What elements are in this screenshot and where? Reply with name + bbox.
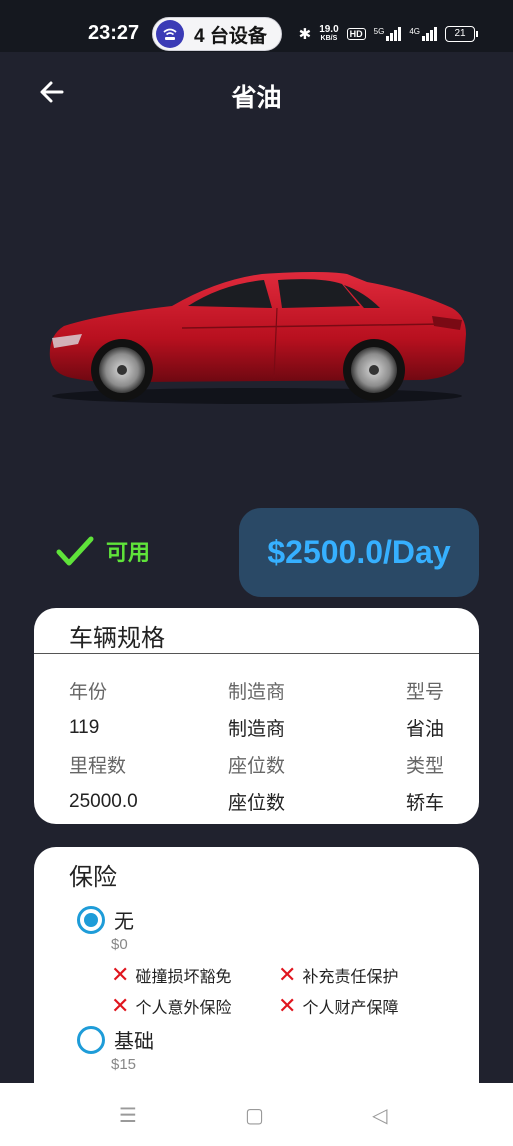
- signal-icon-4g: 4G: [409, 27, 437, 41]
- insurance-card: 保险 无 $0 ✕ 碰撞损坏豁免 ✕ 补充责任保护 ✕ 个人意外保险 ✕ 个人财…: [34, 847, 479, 1107]
- spec-value-model: 省油: [405, 719, 444, 740]
- price-button[interactable]: $2500.0/Day: [239, 508, 479, 597]
- device-pill[interactable]: 4 台设备: [152, 17, 282, 51]
- cross-icon: ✕: [111, 962, 130, 987]
- status-icons: ✱ 19.0 KB/S HD 5G 4G 21: [298, 25, 478, 43]
- bluetooth-icon: ✱: [298, 26, 312, 43]
- coverage-item: ✕ 个人意外保险: [111, 994, 231, 1018]
- coverage-label: 个人财产保障: [302, 1000, 399, 1017]
- coverage-item: ✕ 补充责任保护: [278, 963, 398, 987]
- radio-button[interactable]: [77, 1025, 105, 1054]
- spec-label-maker: 制造商: [227, 682, 285, 703]
- insurance-option-label: 无: [114, 911, 134, 933]
- spec-label-seats: 座位数: [227, 756, 285, 777]
- specs-value-row: 119 制造商 省油: [69, 709, 444, 746]
- coverage-label: 碰撞损坏豁免: [135, 969, 232, 986]
- specs-grid: 年份 制造商 型号 119 制造商 省油 里程数 座位数 类型 25000.0 …: [69, 672, 444, 820]
- availability-label: 可用: [106, 540, 151, 565]
- spec-value-maker: 制造商: [227, 719, 285, 740]
- coverage-item: ✕ 个人财产保障: [278, 994, 398, 1018]
- network-speed: 19.0 KB/S: [319, 25, 338, 43]
- status-bar: 23:27 4 台设备 ✱ 19.0 KB/S HD 5G 4G 21: [0, 0, 513, 52]
- car-image: [49, 272, 467, 404]
- coverage-label: 个人意外保险: [135, 1000, 232, 1017]
- page-title: 省油: [231, 84, 282, 112]
- signal-label-4g: 4G: [409, 27, 420, 36]
- home-icon[interactable]: ▢: [245, 1103, 264, 1128]
- insurance-option-none[interactable]: 无: [77, 905, 134, 934]
- spec-value-year: 119: [69, 716, 100, 738]
- system-navigation-bar: ☰ ▢ ◁: [0, 1083, 513, 1146]
- specs-title: 车辆规格: [34, 608, 479, 654]
- back-triangle-icon[interactable]: ◁: [372, 1103, 387, 1128]
- status-time: 23:27: [88, 22, 140, 44]
- vehicle-specs-card: 车辆规格 年份 制造商 型号 119 制造商 省油 里程数 座位数 类型 250…: [34, 608, 479, 824]
- speed-unit: KB/S: [320, 35, 338, 42]
- coverage-label: 补充责任保护: [302, 969, 399, 986]
- insurance-title: 保险: [69, 864, 117, 891]
- menu-icon[interactable]: ☰: [119, 1103, 137, 1128]
- spec-value-mileage: 25000.0: [69, 790, 138, 812]
- spec-label-type: 类型: [405, 756, 444, 777]
- insurance-option-label: 基础: [114, 1031, 154, 1053]
- insurance-option-price: $15: [111, 1056, 137, 1073]
- signal-label-5g: 5G: [373, 27, 385, 36]
- specs-value-row: 25000.0 座位数 轿车: [69, 783, 444, 820]
- spec-label-model: 型号: [405, 682, 444, 703]
- cross-icon: ✕: [278, 962, 297, 987]
- cross-icon: ✕: [278, 993, 297, 1018]
- signal-icon-5g: 5G: [374, 27, 402, 41]
- insurance-option-basic[interactable]: 基础: [77, 1025, 154, 1054]
- specs-label-row: 里程数 座位数 类型: [69, 746, 444, 783]
- battery-icon: 21: [445, 26, 478, 42]
- check-icon: [56, 536, 94, 566]
- speed-value: 19.0: [319, 24, 339, 35]
- spec-label-year: 年份: [69, 682, 108, 703]
- radio-button-selected[interactable]: [77, 905, 105, 934]
- device-count: 4 台设备: [194, 25, 267, 47]
- spec-label-mileage: 里程数: [69, 756, 127, 777]
- spec-value-type: 轿车: [405, 793, 444, 814]
- availability-status: 可用: [56, 535, 150, 567]
- specs-label-row: 年份 制造商 型号: [69, 672, 444, 709]
- cross-icon: ✕: [111, 993, 130, 1018]
- hd-icon: HD: [346, 28, 366, 40]
- coverage-item: ✕ 碰撞损坏豁免: [111, 963, 231, 987]
- spec-value-seats: 座位数: [227, 793, 285, 814]
- router-icon: [156, 20, 184, 48]
- insurance-option-price: $0: [111, 936, 128, 953]
